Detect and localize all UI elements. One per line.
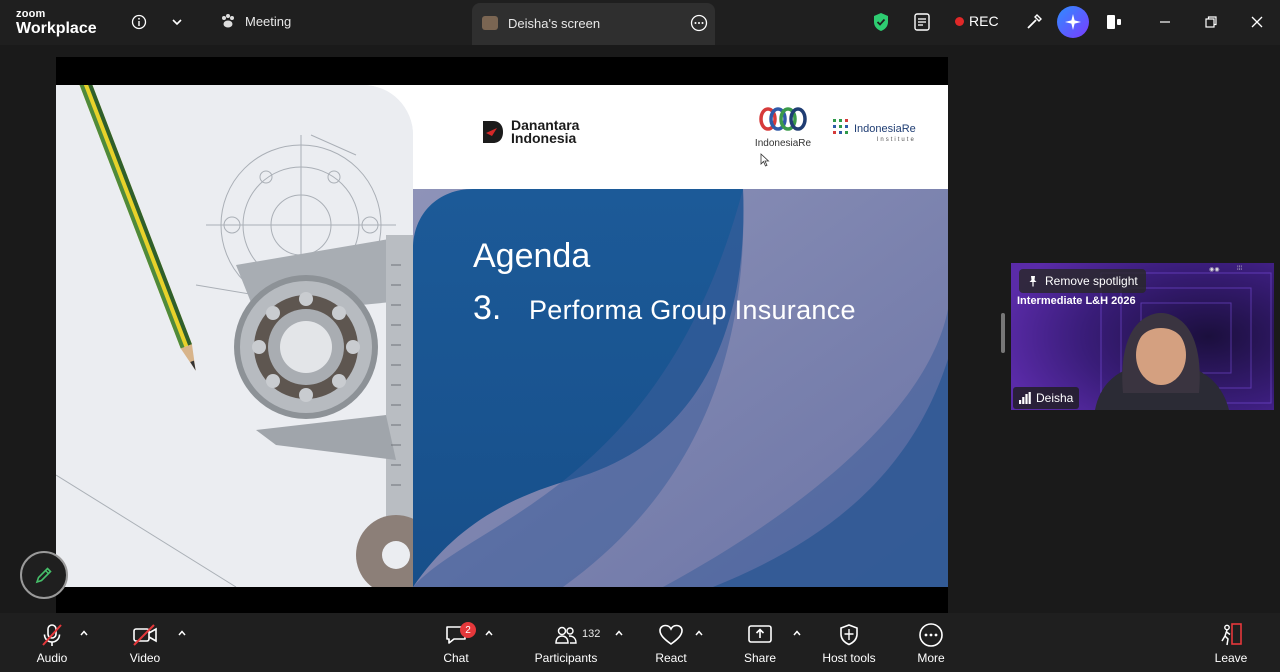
- notes-icon[interactable]: [911, 11, 933, 33]
- react-label: React: [655, 651, 687, 665]
- video-logo-mark-icon: ◉◉: [1209, 267, 1220, 273]
- participants-label: Participants: [534, 651, 598, 665]
- host-shield-icon: [840, 624, 858, 646]
- pin-icon: [1029, 276, 1037, 287]
- dot-grid-icon: [833, 119, 848, 134]
- react-button[interactable]: React: [653, 621, 689, 665]
- presentation-slide: Danantara Indonesia IndonesiaRe Indonesi…: [56, 85, 948, 587]
- annotate-pen-button[interactable]: [20, 551, 68, 599]
- audio-options-caret-icon[interactable]: [78, 627, 90, 639]
- chat-options-caret-icon[interactable]: [483, 627, 495, 639]
- leave-button[interactable]: Leave: [1213, 621, 1249, 665]
- view-layout-icon[interactable]: [1103, 11, 1125, 33]
- danantara-text: Danantara Indonesia: [511, 117, 580, 146]
- video-logo-grid-icon: ⁞⁞⁞: [1237, 266, 1243, 272]
- chevron-down-icon[interactable]: [166, 11, 188, 33]
- pencil-icon: [35, 567, 52, 584]
- agenda-number: 3.: [473, 289, 502, 327]
- more-dots-icon: [919, 623, 943, 647]
- sparkle-icon: [1065, 14, 1081, 30]
- chat-unread-badge: 2: [460, 622, 476, 638]
- indonesia-re-rings-icon: [759, 107, 807, 131]
- panel-resize-handle[interactable]: [1001, 313, 1005, 353]
- more-label: More: [917, 651, 945, 665]
- ai-companion-button[interactable]: [1057, 6, 1089, 38]
- annotate-brush-icon[interactable]: [1023, 11, 1045, 33]
- slide-header: Danantara Indonesia IndonesiaRe Indonesi…: [413, 85, 948, 189]
- close-icon[interactable]: [1246, 11, 1268, 33]
- security-shield-icon[interactable]: [870, 11, 892, 33]
- host-tools-label: Host tools: [822, 651, 876, 665]
- leave-door-icon: [1221, 623, 1242, 646]
- recording-indicator[interactable]: REC: [955, 13, 999, 29]
- react-options-caret-icon[interactable]: [693, 627, 705, 639]
- video-label: Video: [129, 651, 161, 665]
- audio-label: Audio: [36, 651, 68, 665]
- agenda-title: Agenda: [473, 237, 591, 275]
- video-background-title: Intermediate L&H 2026: [1017, 295, 1136, 307]
- logo-text-bottom: Workplace: [16, 20, 97, 37]
- participants-count: 132: [582, 628, 601, 640]
- rec-label: REC: [969, 13, 999, 29]
- danantara-logo: Danantara Indonesia: [481, 117, 580, 146]
- indonesia-re-text: IndonesiaRe: [754, 138, 812, 149]
- more-button[interactable]: More: [913, 621, 949, 665]
- zoom-workplace-logo: zoom Workplace: [16, 9, 97, 37]
- video-button[interactable]: Video: [125, 621, 165, 665]
- meeting-label[interactable]: Meeting: [220, 13, 291, 29]
- institute-main-text: IndonesiaRe: [854, 123, 916, 135]
- danantara-mark-icon: [483, 121, 503, 143]
- institute-sub-text: Institute: [876, 137, 916, 143]
- screen-share-tab[interactable]: Deisha's screen: [472, 3, 715, 45]
- camera-off-icon: [133, 624, 157, 646]
- participants-options-caret-icon[interactable]: [613, 627, 625, 639]
- participant-video-tile[interactable]: ◉◉ ⁞⁞⁞ Remove spotlight Intermediate L&H…: [1011, 263, 1274, 410]
- remove-spotlight-label: Remove spotlight: [1045, 274, 1138, 288]
- host-tools-button[interactable]: Host tools: [818, 621, 880, 665]
- indonesia-re-logo: IndonesiaRe: [746, 107, 820, 149]
- agenda-item: Performa Group Insurance: [529, 295, 856, 325]
- participants-icon: [555, 626, 577, 644]
- meeting-label-text: Meeting: [245, 13, 292, 29]
- share-screen-icon: [748, 625, 772, 643]
- leave-label: Leave: [1214, 651, 1248, 665]
- paw-icon: [222, 14, 234, 28]
- screen-tab-label: Deisha's screen: [508, 16, 601, 31]
- meeting-toolbar: Audio Video Chat 2 Participants 132 Reac…: [0, 613, 1280, 672]
- video-options-caret-icon[interactable]: [176, 627, 188, 639]
- participant-name-tag: Deisha: [1013, 387, 1080, 409]
- share-button[interactable]: Share: [742, 621, 778, 665]
- share-label: Share: [743, 651, 777, 665]
- meeting-info-icon[interactable]: [128, 11, 150, 33]
- slide-photo: [56, 85, 413, 587]
- logo-text-top: zoom: [16, 8, 46, 20]
- shared-screen-area: Danantara Indonesia IndonesiaRe Indonesi…: [56, 57, 948, 613]
- heart-icon: [659, 624, 683, 645]
- zoom-meeting-window: zoom Workplace Meeting Deisha's screen R…: [0, 0, 1280, 672]
- indonesia-re-institute-logo: IndonesiaRe Institute: [833, 119, 916, 143]
- restore-window-icon[interactable]: [1200, 11, 1222, 33]
- audio-button[interactable]: Audio: [32, 621, 72, 665]
- screen-thumbnail-icon: [482, 16, 498, 30]
- chat-label: Chat: [443, 651, 469, 665]
- microphone-muted-icon: [42, 624, 62, 646]
- top-bar: zoom Workplace Meeting Deisha's screen R…: [0, 0, 1280, 45]
- rec-dot-icon: [955, 16, 964, 26]
- signal-bars-icon: [1019, 392, 1031, 404]
- screen-options-icon[interactable]: [690, 14, 708, 37]
- participant-name: Deisha: [1036, 391, 1074, 405]
- share-options-caret-icon[interactable]: [791, 627, 803, 639]
- minimize-icon[interactable]: [1154, 11, 1176, 33]
- remove-spotlight-button[interactable]: Remove spotlight: [1019, 269, 1146, 293]
- mouse-cursor-icon: [760, 153, 770, 167]
